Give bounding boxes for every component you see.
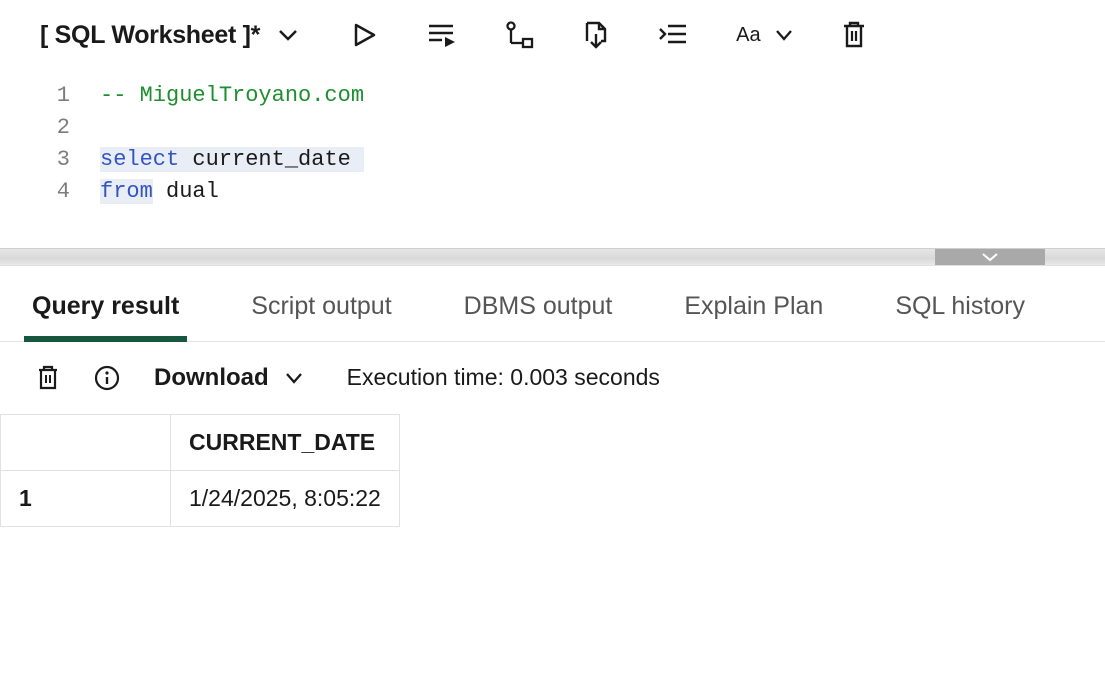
line-number: 1 <box>40 80 100 112</box>
download-button[interactable]: Download <box>154 364 303 392</box>
table-row[interactable]: 11/24/2025, 8:05:22 <box>1 470 400 526</box>
execution-time-label: Execution time: 0.003 seconds <box>347 364 660 391</box>
row-number: 1 <box>1 470 171 526</box>
download-file-icon[interactable] <box>582 20 610 50</box>
font-size-label: Aa <box>736 24 760 47</box>
font-size-dropdown[interactable]: Aa <box>736 24 792 47</box>
code-text[interactable] <box>100 112 113 144</box>
worksheet-title: [ SQL Worksheet ]* <box>40 21 260 50</box>
splitter-handle-icon[interactable] <box>935 249 1045 265</box>
tab-script-output[interactable]: Script output <box>245 278 397 341</box>
explain-plan-icon[interactable] <box>504 20 534 50</box>
code-text[interactable]: from dual <box>100 176 219 208</box>
splitter-bar[interactable] <box>0 248 1105 266</box>
code-line: 3select current_date <box>40 144 1065 176</box>
worksheet-toolbar: [ SQL Worksheet ]* Aa <box>0 0 1105 70</box>
toolbar-icons: Aa <box>350 20 866 50</box>
results-table: CURRENT_DATE11/24/2025, 8:05:22 <box>0 414 400 527</box>
info-icon[interactable] <box>94 365 120 391</box>
cell[interactable]: 1/24/2025, 8:05:22 <box>171 470 400 526</box>
delete-icon[interactable] <box>841 20 867 50</box>
format-icon[interactable] <box>658 22 688 48</box>
code-line: 2 <box>40 112 1065 144</box>
sql-editor[interactable]: 1-- MiguelTroyano.com2 3select current_d… <box>0 70 1105 248</box>
code-line: 1-- MiguelTroyano.com <box>40 80 1065 112</box>
run-script-icon[interactable] <box>426 21 456 49</box>
tab-sql-history[interactable]: SQL history <box>889 278 1031 341</box>
tab-query-result[interactable]: Query result <box>26 278 185 341</box>
run-icon[interactable] <box>350 21 378 49</box>
code-line: 4from dual <box>40 176 1065 208</box>
line-number: 3 <box>40 144 100 176</box>
code-text[interactable]: -- MiguelTroyano.com <box>100 80 364 112</box>
column-header[interactable]: CURRENT_DATE <box>171 414 400 470</box>
worksheet-title-group[interactable]: [ SQL Worksheet ]* <box>40 21 298 50</box>
results-tabs: Query result Script output DBMS output Expl… <box>0 266 1105 342</box>
title-dropdown-icon[interactable] <box>278 28 298 42</box>
line-number: 4 <box>40 176 100 208</box>
clear-results-icon[interactable] <box>36 364 60 392</box>
line-number: 2 <box>40 112 100 144</box>
results-toolbar: Download Execution time: 0.003 seconds <box>0 342 1105 414</box>
rownum-header <box>1 414 171 470</box>
tab-dbms-output[interactable]: DBMS output <box>458 278 619 341</box>
code-text[interactable]: select current_date <box>100 144 364 176</box>
tab-explain-plan[interactable]: Explain Plan <box>678 278 829 341</box>
download-label: Download <box>154 364 269 392</box>
